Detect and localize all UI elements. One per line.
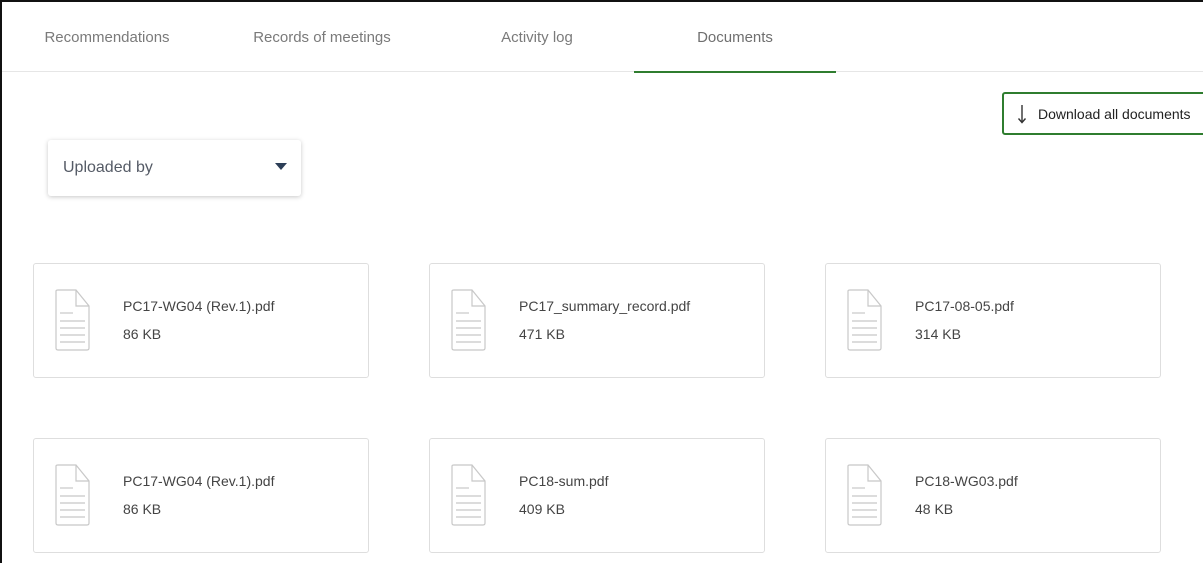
document-card[interactable]: PC18-WG03.pdf 48 KB xyxy=(825,438,1161,553)
tab-activity-log[interactable]: Activity log xyxy=(452,2,622,72)
document-size: 471 KB xyxy=(519,326,565,342)
document-card[interactable]: PC17-WG04 (Rev.1).pdf 86 KB xyxy=(33,263,369,378)
document-name: PC17_summary_record.pdf xyxy=(519,298,691,314)
dropdown-label: Uploaded by xyxy=(63,159,153,176)
tab-label: Recommendations xyxy=(44,28,170,46)
tab-records-of-meetings[interactable]: Records of meetings xyxy=(222,2,422,72)
tab-recommendations[interactable]: Recommendations xyxy=(12,2,202,72)
document-name: PC17-08-05.pdf xyxy=(915,298,1014,314)
document-card[interactable]: PC17_summary_record.pdf 471 KB xyxy=(429,263,765,378)
download-arrow-icon xyxy=(1017,104,1027,124)
document-icon xyxy=(55,464,90,526)
document-card[interactable]: PC17-WG04 (Rev.1).pdf 86 KB xyxy=(33,438,369,553)
download-all-button[interactable]: Download all documents xyxy=(1002,92,1203,135)
document-icon xyxy=(55,289,90,351)
document-name: PC18-WG03.pdf xyxy=(915,473,1018,489)
document-icon xyxy=(451,289,486,351)
tab-label: Documents xyxy=(697,28,773,46)
document-size: 409 KB xyxy=(519,501,565,517)
tab-active-underline xyxy=(634,71,836,73)
document-size: 86 KB xyxy=(123,501,162,517)
uploaded-by-dropdown[interactable]: Uploaded by xyxy=(48,140,301,196)
tab-bar: Recommendations Records of meetings Acti… xyxy=(2,2,1203,73)
document-card[interactable]: PC18-sum.pdf 409 KB xyxy=(429,438,765,553)
document-name: PC17-WG04 (Rev.1).pdf xyxy=(123,473,275,489)
document-name: PC18-sum.pdf xyxy=(519,473,609,489)
caret-down-icon xyxy=(275,163,287,170)
document-card[interactable]: PC17-08-05.pdf 314 KB xyxy=(825,263,1161,378)
tab-label: Records of meetings xyxy=(253,28,391,46)
tab-label: Activity log xyxy=(501,28,573,46)
tab-documents[interactable]: Documents xyxy=(634,2,836,73)
download-all-label: Download all documents xyxy=(1038,105,1191,122)
document-size: 48 KB xyxy=(915,501,954,517)
document-icon xyxy=(847,289,882,351)
document-size: 314 KB xyxy=(915,326,961,342)
document-icon xyxy=(451,464,486,526)
documents-panel: Recommendations Records of meetings Acti… xyxy=(0,0,1203,563)
document-icon xyxy=(847,464,882,526)
document-name: PC17-WG04 (Rev.1).pdf xyxy=(123,298,275,314)
document-size: 86 KB xyxy=(123,326,162,342)
